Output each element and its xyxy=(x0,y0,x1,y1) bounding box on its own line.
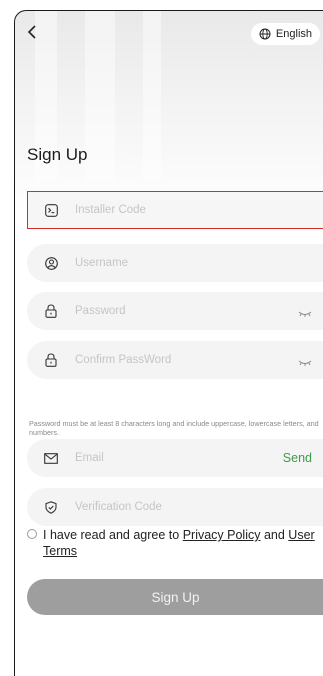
username-field[interactable]: Username xyxy=(27,244,323,282)
sign-up-button[interactable]: Sign Up xyxy=(27,579,323,615)
language-label: English xyxy=(275,28,312,40)
agreement-checkbox[interactable] xyxy=(27,529,37,539)
email-field[interactable]: Email Send xyxy=(27,439,323,477)
lock-icon xyxy=(43,352,59,368)
password-placeholder: Password xyxy=(75,305,126,317)
email-placeholder: Email xyxy=(75,452,104,464)
verification-code-placeholder: Verification Code xyxy=(75,501,162,513)
page-title: Sign Up xyxy=(27,145,88,164)
envelope-icon xyxy=(43,450,59,466)
confirm-password-field[interactable]: Confirm PassWord xyxy=(27,341,323,379)
eye-closed-icon[interactable] xyxy=(298,354,312,372)
agreement-prefix: I have read and agree to xyxy=(43,528,183,542)
password-hint: Password must be at least 8 characters l… xyxy=(29,419,319,437)
terminal-icon xyxy=(43,202,59,218)
username-placeholder: Username xyxy=(75,257,129,269)
agreement-text: I have read and agree to Privacy Policy … xyxy=(27,527,317,559)
globe-icon xyxy=(259,28,271,40)
chevron-left-icon xyxy=(27,24,37,43)
eye-closed-icon[interactable] xyxy=(298,305,312,323)
user-circle-icon xyxy=(43,255,59,271)
installer-code-placeholder: Installer Code xyxy=(75,204,146,216)
privacy-policy-link[interactable]: Privacy Policy xyxy=(183,528,261,542)
background-stripe xyxy=(143,11,161,181)
verification-code-field[interactable]: Verification Code xyxy=(27,488,323,526)
signup-screen: English Sign Up Installer Code Username xyxy=(14,10,323,676)
installer-code-field[interactable]: Installer Code xyxy=(27,191,323,229)
background-stripe xyxy=(85,11,115,181)
back-button[interactable] xyxy=(27,25,37,42)
send-code-button[interactable]: Send xyxy=(283,451,312,465)
confirm-password-placeholder: Confirm PassWord xyxy=(75,354,172,366)
password-field[interactable]: Password xyxy=(27,292,323,330)
lock-icon xyxy=(43,303,59,319)
agreement-middle: and xyxy=(260,528,289,542)
language-selector[interactable]: English xyxy=(250,23,320,45)
agreement-row: I have read and agree to Privacy Policy … xyxy=(27,527,317,559)
shield-check-icon xyxy=(43,499,59,515)
